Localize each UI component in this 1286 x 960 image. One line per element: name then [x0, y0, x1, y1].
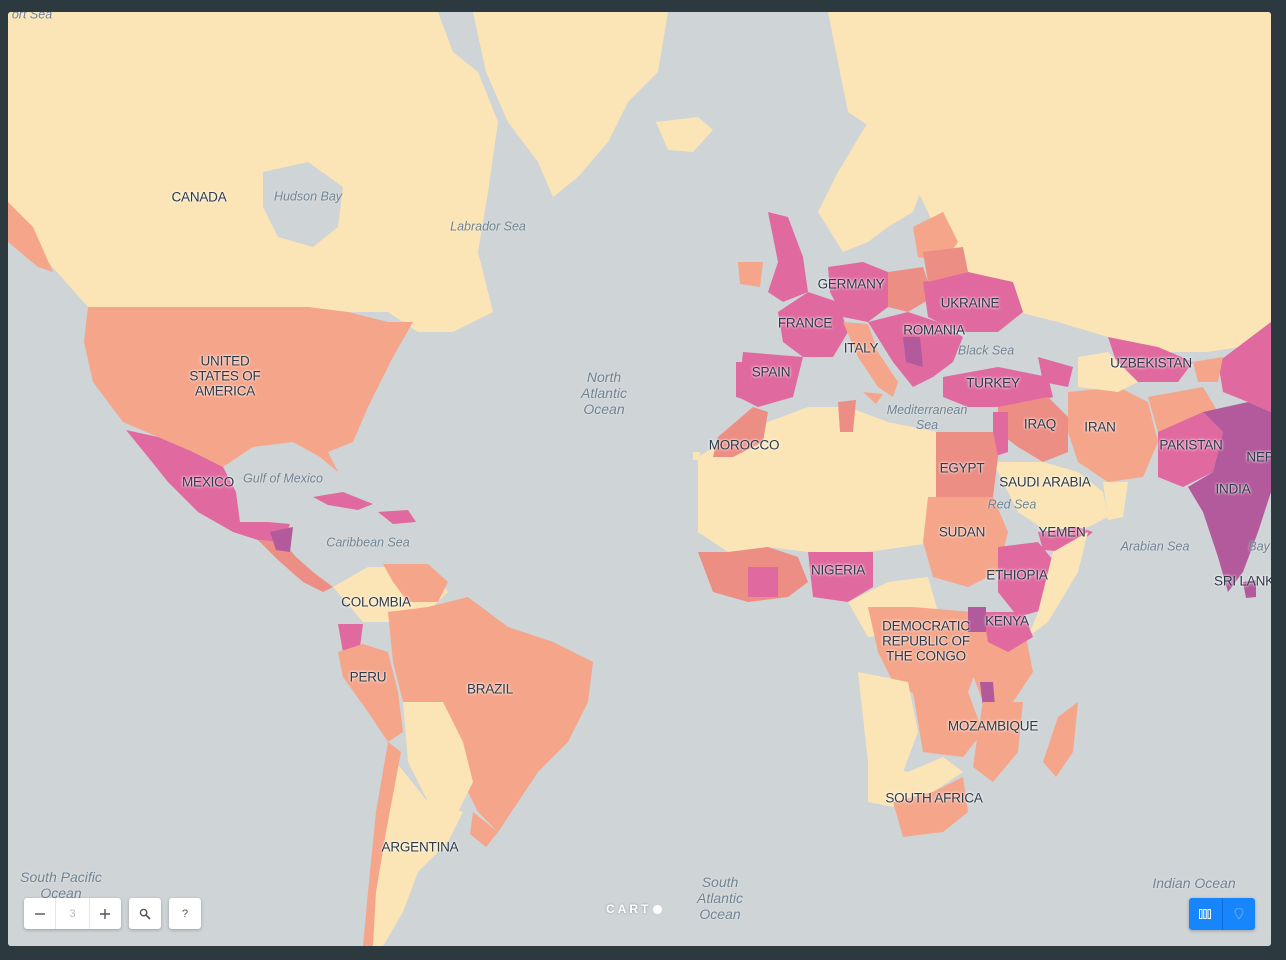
label-med-line1: Mediterranean	[886, 403, 968, 417]
label-india: INDIA	[1215, 481, 1251, 497]
label-sri-lanka: SRI LANK	[1214, 573, 1271, 589]
label-pakistan: PAKISTAN	[1159, 437, 1223, 453]
label-mediterranean-sea: Mediterranean Sea	[887, 403, 968, 433]
layer-toggle	[1189, 898, 1255, 930]
minus-icon	[34, 912, 45, 915]
label-germany: GERMANY	[817, 276, 885, 292]
plus-icon	[100, 908, 111, 919]
carto-logo-text: CART	[606, 902, 652, 916]
search-icon	[139, 908, 151, 920]
carto-logo-dot	[653, 905, 663, 914]
label-iraq: IRAQ	[1023, 416, 1057, 432]
portugal	[736, 362, 748, 400]
pin-button[interactable]	[1221, 898, 1255, 930]
canary-islands	[693, 452, 700, 460]
label-fort-sea: ort Sea	[11, 12, 53, 22]
label-south-atlantic-line2: Atlantic	[697, 890, 743, 906]
label-north-atlantic-line3: Ocean	[583, 401, 625, 417]
label-drc: DEMOCRATIC REPUBLIC OF THE CONGO	[882, 619, 970, 664]
label-caribbean-sea: Caribbean Sea	[326, 535, 410, 550]
carto-logo: CART	[606, 902, 663, 916]
label-med-line2: Sea	[915, 418, 939, 432]
label-usa-line3: AMERICA	[194, 383, 256, 399]
label-ethiopia: ETHIOPIA	[986, 567, 1048, 583]
label-north-atlantic-line1: North	[586, 369, 622, 385]
label-south-pacific-line1: South Pacific	[20, 869, 102, 885]
label-south-atlantic-line1: South	[701, 874, 739, 890]
label-peru: PERU	[349, 669, 387, 685]
layers-button[interactable]	[1189, 898, 1222, 930]
ghana	[748, 567, 778, 597]
help-label: ?	[181, 907, 189, 920]
label-mexico: MEXICO	[181, 474, 235, 490]
label-arabian-sea: Arabian Sea	[1120, 539, 1190, 554]
columns-icon	[1199, 909, 1212, 919]
label-south-atlantic-line3: Ocean	[699, 906, 741, 922]
zoom-level-value: 3	[55, 898, 90, 929]
tunisia	[838, 400, 856, 432]
label-drc-line1: DEMOCRATIC	[882, 618, 970, 634]
label-black-sea: Black Sea	[957, 343, 1015, 358]
label-usa-line2: STATES OF	[189, 368, 261, 384]
label-kenya: KENYA	[985, 613, 1029, 629]
label-labrador-sea: Labrador Sea	[450, 219, 526, 234]
label-ukraine: UKRAINE	[940, 295, 1000, 311]
search-button[interactable]	[129, 898, 161, 929]
label-south-pacific: South Pacific Ocean	[20, 869, 102, 901]
label-mozambique: MOZAMBIQUE	[947, 718, 1039, 734]
label-egypt: EGYPT	[939, 460, 985, 476]
zoom-in-button[interactable]	[90, 898, 121, 929]
label-south-atlantic: South Atlantic Ocean	[697, 874, 743, 922]
label-gulf-of-mexico: Gulf of Mexico	[243, 471, 323, 486]
label-north-atlantic-line2: Atlantic	[581, 385, 627, 401]
label-south-africa: SOUTH AFRICA	[885, 790, 983, 806]
label-yemen: YEMEN	[1038, 524, 1086, 540]
zoom-out-button[interactable]	[24, 898, 55, 929]
label-saudi-arabia: SAUDI ARABIA	[999, 474, 1091, 490]
label-nigeria: NIGERIA	[810, 562, 866, 578]
label-canada: CANADA	[171, 189, 227, 205]
label-france: FRANCE	[777, 315, 833, 331]
label-sudan: SUDAN	[938, 524, 986, 540]
map-canvas[interactable]: CANADA UNITED STATES OF AMERICA MEXICO C…	[8, 12, 1271, 946]
label-turkey: TURKEY	[966, 375, 1020, 391]
label-morocco: MOROCCO	[708, 437, 780, 453]
label-uzbekistan: UZBEKISTAN	[1110, 355, 1192, 371]
label-hudson-bay: Hudson Bay	[273, 189, 343, 204]
label-drc-line2: REPUBLIC OF	[882, 633, 970, 649]
label-iran: IRAN	[1084, 419, 1116, 435]
zoom-control: 3	[24, 898, 121, 929]
label-romania: ROMANIA	[903, 322, 965, 338]
canada-land	[8, 12, 498, 332]
uganda	[968, 607, 986, 632]
label-argentina: ARGENTINA	[381, 839, 459, 855]
label-spain: SPAIN	[751, 364, 791, 380]
label-usa: UNITED STATES OF AMERICA	[189, 354, 260, 399]
label-indian-ocean: Indian Ocean	[1152, 875, 1236, 891]
ireland	[738, 262, 763, 287]
label-red-sea: Red Sea	[987, 497, 1037, 512]
label-brazil: BRAZIL	[466, 681, 514, 697]
label-italy: ITALY	[843, 340, 879, 356]
label-nepal: NEP	[1246, 449, 1271, 465]
label-colombia: COLOMBIA	[341, 594, 411, 610]
label-bay: Bay	[1248, 539, 1270, 554]
pin-icon	[1234, 908, 1244, 920]
label-north-atlantic: North Atlantic Ocean	[581, 369, 627, 417]
help-button[interactable]: ?	[169, 898, 201, 929]
label-usa-line1: UNITED	[200, 353, 250, 369]
label-drc-line3: THE CONGO	[886, 648, 966, 664]
